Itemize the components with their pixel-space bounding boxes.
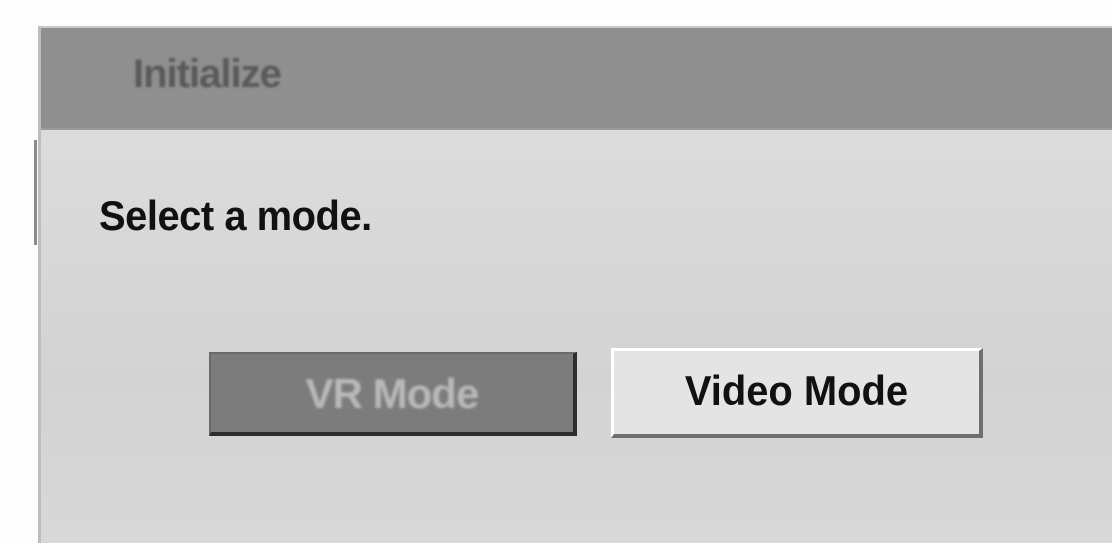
dialog-title: Initialize	[133, 52, 282, 96]
dialog-body: Select a mode. VR Mode Video Mode	[41, 130, 1112, 543]
prompt-text: Select a mode.	[99, 192, 372, 239]
vr-mode-label: VR Mode	[305, 370, 480, 417]
screen: Initialize Select a mode. VR Mode Video …	[0, 0, 1112, 543]
frame-edge-mark	[34, 140, 37, 245]
initialize-dialog: Initialize Select a mode. VR Mode Video …	[38, 26, 1112, 543]
video-mode-button[interactable]: Video Mode	[611, 348, 983, 438]
vr-mode-button[interactable]: VR Mode	[209, 352, 577, 436]
dialog-titlebar: Initialize	[41, 28, 1112, 130]
video-mode-label: Video Mode	[684, 367, 909, 414]
